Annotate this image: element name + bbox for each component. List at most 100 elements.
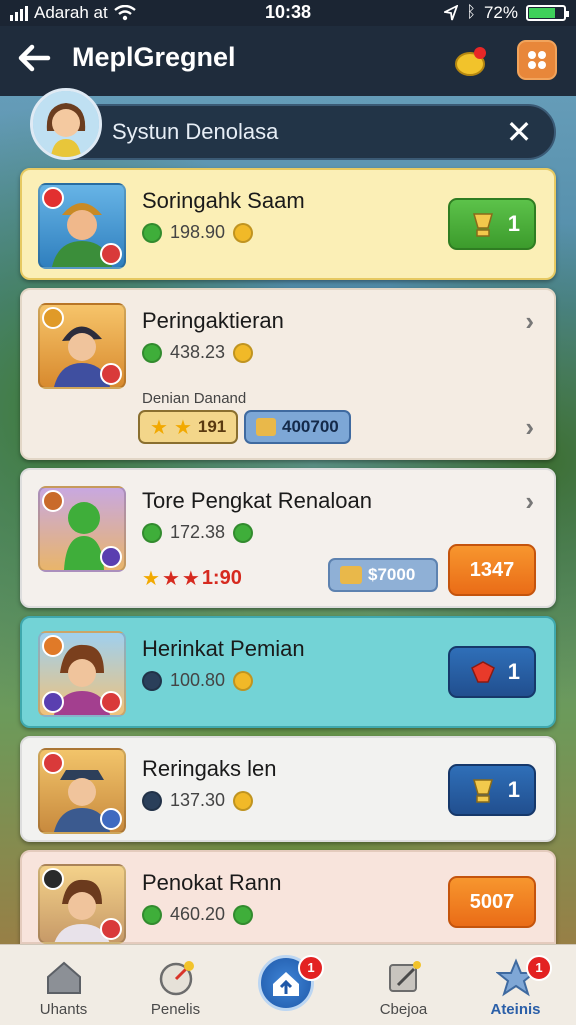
game-thumbnail <box>38 864 126 944</box>
bluetooth-icon: ᛒ <box>466 4 476 21</box>
nav-item-penelis[interactable]: Penelis <box>118 945 233 1025</box>
game-thumbnail <box>38 303 126 389</box>
star-icon: ★ <box>173 416 192 439</box>
rank-button[interactable]: 1347 <box>448 544 536 596</box>
star-icon: ★ <box>150 416 168 439</box>
trophy-icon <box>473 779 493 803</box>
chevron-right-icon[interactable]: › <box>525 306 534 337</box>
score-icon <box>142 522 162 543</box>
score-value: 172.38 <box>170 522 226 542</box>
rank-button[interactable]: 1 <box>448 764 536 816</box>
type-badge-icon <box>100 243 122 265</box>
gift-button[interactable] <box>452 40 492 80</box>
score-icon <box>142 904 162 925</box>
star-icon: ★ <box>181 568 200 590</box>
trophy-icon <box>473 213 493 237</box>
coin-icon <box>233 790 254 811</box>
nav-item-main[interactable]: 1 <box>230 945 345 1025</box>
badge-icon <box>233 904 254 925</box>
list-item[interactable]: Reringaks len 137.30 1 <box>20 736 556 842</box>
game-title: Herinkat Pemian <box>142 636 305 661</box>
nav-item-cbejoa[interactable]: Cbejoa <box>346 945 461 1025</box>
player-avatar[interactable] <box>30 88 102 160</box>
type-badge-icon <box>100 918 122 940</box>
score-row: 100.80 <box>142 670 254 691</box>
type-badge-icon <box>42 691 64 713</box>
score-icon <box>142 342 162 363</box>
type-badge-icon <box>100 363 122 385</box>
type-badge-icon <box>100 546 122 568</box>
list-item[interactable]: Peringaktieran 438.23 Denian Danand ★ ★ … <box>20 288 556 460</box>
score-value: 100.80 <box>170 670 226 690</box>
type-badge-icon <box>100 691 122 713</box>
type-badge-icon <box>100 808 122 830</box>
game-title: Penokat Rann <box>142 870 282 895</box>
nav-label: Ateinis <box>490 1001 541 1018</box>
location-icon <box>444 5 459 21</box>
coin-icon <box>233 222 254 243</box>
gauge-icon <box>159 961 194 996</box>
menu-button[interactable] <box>517 40 557 80</box>
badge-icon <box>233 522 254 543</box>
app-header: MeplGregnel <box>0 26 576 96</box>
notification-badge: 1 <box>298 955 324 981</box>
search-text: Systun Denolasa <box>112 119 279 144</box>
score-row: 460.20 <box>142 904 254 925</box>
level-badge-icon <box>42 307 64 329</box>
score-value: 198.90 <box>170 222 226 242</box>
chest-icon <box>340 566 362 584</box>
grid-icon <box>528 51 546 69</box>
rank-value: 5007 <box>469 890 515 913</box>
rank-value: 1 <box>507 777 520 802</box>
coin-icon <box>233 670 254 691</box>
nav-label: Uhants <box>39 1001 88 1018</box>
list-item[interactable]: Tore Pengkat Renaloan 172.38 ★ ★ ★ 1:90 … <box>20 468 556 608</box>
bottom-navigation: Uhants Penelis 1 Cbejoa 1 Ateinis <box>0 944 576 1025</box>
nav-label: Cbejoa <box>379 1001 428 1018</box>
list-item[interactable]: Soringahk Saam 198.90 1 <box>20 168 556 280</box>
rank-value: 1 <box>507 659 520 684</box>
list-item[interactable]: Penokat Rann 460.20 5007 <box>20 850 556 944</box>
rank-button[interactable]: 5007 <box>448 876 536 928</box>
rank-button[interactable]: 1 <box>448 646 536 698</box>
score-icon <box>142 790 162 811</box>
score-icon <box>142 222 162 243</box>
rank-button[interactable]: 1 <box>448 198 536 250</box>
search-field[interactable]: Systun Denolasa ✕ <box>44 104 556 160</box>
chevron-right-icon[interactable]: › <box>525 412 534 443</box>
level-badge-icon <box>42 752 64 774</box>
close-icon[interactable]: ✕ <box>502 115 536 149</box>
game-title: Tore Pengkat Renaloan <box>142 488 372 513</box>
notification-badge: 1 <box>526 955 552 981</box>
nav-item-home[interactable]: Uhants <box>6 945 121 1025</box>
subtitle: Denian Danand <box>142 390 247 407</box>
level-badge-icon <box>42 635 64 657</box>
stars-value: 191 <box>197 417 227 436</box>
score-row: 438.23 <box>142 342 254 363</box>
star-icon: ★ <box>161 568 180 590</box>
level-badge-icon <box>42 490 64 512</box>
reward-pill: $7000 <box>328 558 438 592</box>
nav-item-ateinis[interactable]: 1 Ateinis <box>458 945 573 1025</box>
score-value: 438.23 <box>170 342 226 362</box>
game-thumbnail <box>38 631 126 717</box>
game-thumbnail <box>38 748 126 834</box>
game-thumbnail <box>38 486 126 572</box>
home-icon <box>47 961 81 994</box>
gift-icon <box>455 47 486 76</box>
trophy-icon <box>471 661 495 683</box>
reward-pill: 400700 <box>244 410 351 444</box>
nav-label: Penelis <box>150 1001 201 1018</box>
stars-pill: ★ ★ 191 <box>138 410 239 444</box>
chevron-right-icon[interactable]: › <box>525 486 534 517</box>
game-thumbnail <box>38 183 126 269</box>
score-row: 198.90 <box>142 222 254 243</box>
game-title: Peringaktieran <box>142 308 284 333</box>
list-item[interactable]: Herinkat Pemian 100.80 1 <box>20 616 556 728</box>
game-title: Soringahk Saam <box>142 188 305 213</box>
status-bar: Adarah at 10:38 ᛒ 72% <box>0 0 576 26</box>
coin-icon <box>233 342 254 363</box>
back-arrow-icon[interactable] <box>14 40 54 80</box>
rank-value: 1 <box>507 211 520 236</box>
battery-icon <box>526 5 569 21</box>
